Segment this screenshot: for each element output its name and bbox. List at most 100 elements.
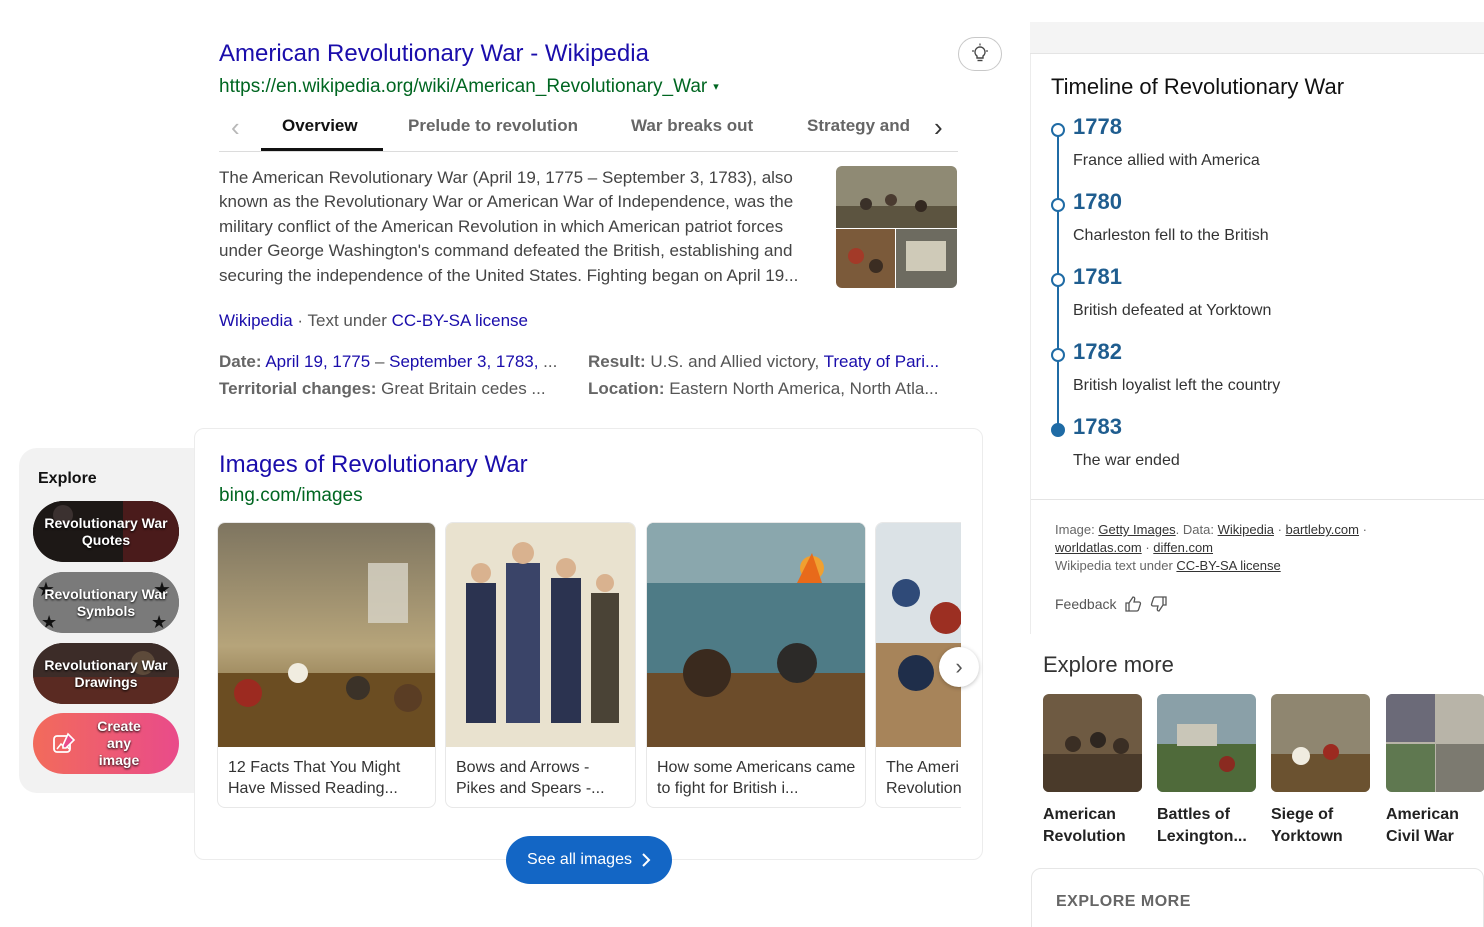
image-result[interactable]: 12 Facts That You Might Have Missed Read…	[217, 522, 436, 808]
explore-more-label: American Revolution	[1043, 806, 1126, 845]
result-url-text[interactable]: https://en.wikipedia.org/wiki/American_R…	[219, 76, 707, 97]
image-caption: How some Americans came to fight for Bri…	[657, 759, 856, 797]
images-next-button[interactable]: ›	[939, 647, 979, 687]
battle-scene-image	[647, 523, 865, 747]
explore-more-label: American Civil War	[1386, 806, 1459, 845]
feedback-label: Feedback	[1055, 596, 1117, 612]
worldatlas-link[interactable]: worldatlas.com	[1055, 540, 1142, 555]
explore-pill-label: Create any image	[97, 718, 141, 768]
create-image-button[interactable]: Create any image	[33, 713, 179, 774]
active-tab-indicator	[261, 148, 383, 151]
painting-collage-image	[836, 166, 957, 288]
bartleby-link[interactable]: bartleby.com	[1286, 522, 1359, 537]
image-caption: Bows and Arrows - Pikes and Spears -...	[456, 759, 605, 797]
chevron-right-icon	[642, 853, 651, 867]
explore-more-item[interactable]: American Revolution	[1043, 694, 1142, 848]
explore-more-thumbnail	[1157, 694, 1256, 792]
tab-war-breaks-out[interactable]: War breaks out	[631, 116, 753, 136]
timeline-card: Timeline of Revolutionary War 1778 Franc…	[1030, 54, 1484, 634]
timeline-event: Charleston fell to the British	[1073, 227, 1269, 244]
explore-pill-quotes[interactable]: Revolutionary War Quotes	[33, 501, 179, 562]
tab-strategy[interactable]: Strategy and	[807, 116, 922, 136]
explore-pill-label: Revolutionary War Quotes	[44, 514, 168, 548]
result-thumbnail[interactable]	[836, 166, 957, 288]
getty-images-link[interactable]: Getty Images	[1098, 522, 1175, 537]
result-summary: The American Revolutionary War (April 19…	[219, 168, 799, 285]
soldiers-illustration-image	[446, 523, 635, 747]
fact-result: Result: U.S. and Allied victory, Treaty …	[588, 352, 940, 371]
tab-overview[interactable]: Overview	[282, 116, 358, 136]
timeline-event: The war ended	[1073, 452, 1180, 469]
result-url[interactable]: https://en.wikipedia.org/wiki/American_R…	[219, 76, 719, 98]
timeline-dot	[1051, 273, 1065, 287]
explore-more-item[interactable]: Battles of Lexington...	[1157, 694, 1256, 848]
timeline-event: British loyalist left the country	[1073, 377, 1281, 394]
timeline-event: France allied with America	[1073, 152, 1260, 169]
civil-war-collage-image	[1386, 694, 1484, 792]
image-strip: 12 Facts That You Might Have Missed Read…	[217, 522, 961, 810]
image-result[interactable]: Bows and Arrows - Pikes and Spears -...	[445, 522, 636, 808]
explore-more-label: Battles of Lexington...	[1157, 806, 1247, 845]
timeline-year: 1783	[1073, 414, 1122, 439]
attribution: Image: Getty Images. Data: Wikipedia · b…	[1055, 522, 1367, 573]
images-source: bing.com/images	[219, 485, 363, 506]
divider	[1031, 499, 1484, 500]
explore-pill-symbols[interactable]: ★ ★ ★ ★ Revolutionary War Symbols	[33, 572, 179, 633]
chevron-right-icon: ›	[955, 654, 963, 679]
feedback-row: Feedback	[1055, 595, 1168, 613]
source-wikipedia-link[interactable]: Wikipedia	[219, 311, 293, 330]
timeline-dot	[1051, 123, 1065, 137]
timeline-dot	[1051, 423, 1065, 437]
explore-pill-drawings[interactable]: Revolutionary War Drawings	[33, 643, 179, 704]
wikipedia-data-link[interactable]: Wikipedia	[1218, 522, 1274, 537]
explore-pill-label: Revolutionary War Drawings	[44, 656, 168, 690]
surrender-painting-image	[218, 523, 435, 747]
facts-right: Result: U.S. and Allied victory, Treaty …	[588, 348, 939, 402]
lexington-painting-image	[1157, 694, 1256, 792]
timeline-dot	[1051, 198, 1065, 212]
timeline-title: Timeline of Revolutionary War	[1051, 74, 1345, 99]
date-start-link[interactable]: April 19, 1775	[265, 352, 370, 371]
timeline-year: 1778	[1073, 114, 1122, 139]
url-dropdown-icon[interactable]: ▾	[713, 81, 719, 93]
explore-panel: Explore Revolutionary War Quotes ★ ★ ★ ★…	[19, 448, 195, 793]
timeline-year: 1782	[1073, 339, 1122, 364]
treaty-link[interactable]: Treaty of Pari...	[824, 352, 940, 371]
tabs-next-icon[interactable]: ›	[934, 112, 943, 143]
date-end-link[interactable]: September 3, 1783,	[389, 352, 538, 371]
explore-pill-label: Revolutionary War Symbols	[44, 585, 168, 619]
images-title-link[interactable]: Images of Revolutionary War	[219, 451, 528, 479]
image-caption: The Ameri Revolution	[886, 759, 961, 797]
facts-left: Date: April 19, 1775 – September 3, 1783…	[219, 348, 557, 402]
revolution-painting-image	[876, 523, 961, 747]
source-line: Wikipedia · Text under CC-BY-SA license	[219, 311, 528, 331]
explore-more-thumbnail	[1043, 694, 1142, 792]
explore-more-section: EXPLORE MORE	[1031, 868, 1484, 927]
yorktown-painting-image	[1271, 694, 1370, 792]
image-result[interactable]: How some Americans came to fight for Bri…	[646, 522, 866, 808]
knowledge-panel-top-bar	[1030, 22, 1484, 54]
images-card: Images of Revolutionary War bing.com/ima…	[194, 428, 983, 884]
explore-label: Explore	[38, 470, 97, 487]
lightbulb-button[interactable]	[958, 37, 1002, 71]
explore-more-label: Siege of Yorktown	[1271, 806, 1343, 845]
lightbulb-icon	[972, 43, 988, 62]
diffen-link[interactable]: diffen.com	[1153, 540, 1213, 555]
explore-more-item[interactable]: American Civil War	[1386, 694, 1484, 848]
thumbs-up-icon[interactable]	[1124, 595, 1142, 613]
timeline-year: 1780	[1073, 189, 1122, 214]
source-separator: · Text under	[292, 311, 392, 330]
timeline-license-link[interactable]: CC-BY-SA license	[1176, 558, 1280, 573]
declaration-painting-image	[1043, 694, 1142, 792]
explore-more-thumbnail	[1271, 694, 1370, 792]
result-title-link[interactable]: American Revolutionary War - Wikipedia	[219, 40, 649, 68]
fact-territorial: Territorial changes: Great Britain cedes…	[219, 379, 546, 398]
thumbs-down-icon[interactable]	[1150, 595, 1168, 613]
timeline-year: 1781	[1073, 264, 1122, 289]
license-link[interactable]: CC-BY-SA license	[392, 311, 528, 330]
tabs-prev-icon[interactable]: ‹	[231, 112, 240, 143]
explore-more-item[interactable]: Siege of Yorktown	[1271, 694, 1370, 848]
timeline-event: British defeated at Yorktown	[1073, 302, 1272, 319]
tab-prelude[interactable]: Prelude to revolution	[408, 116, 578, 136]
see-all-images-button[interactable]: See all images	[506, 836, 672, 884]
